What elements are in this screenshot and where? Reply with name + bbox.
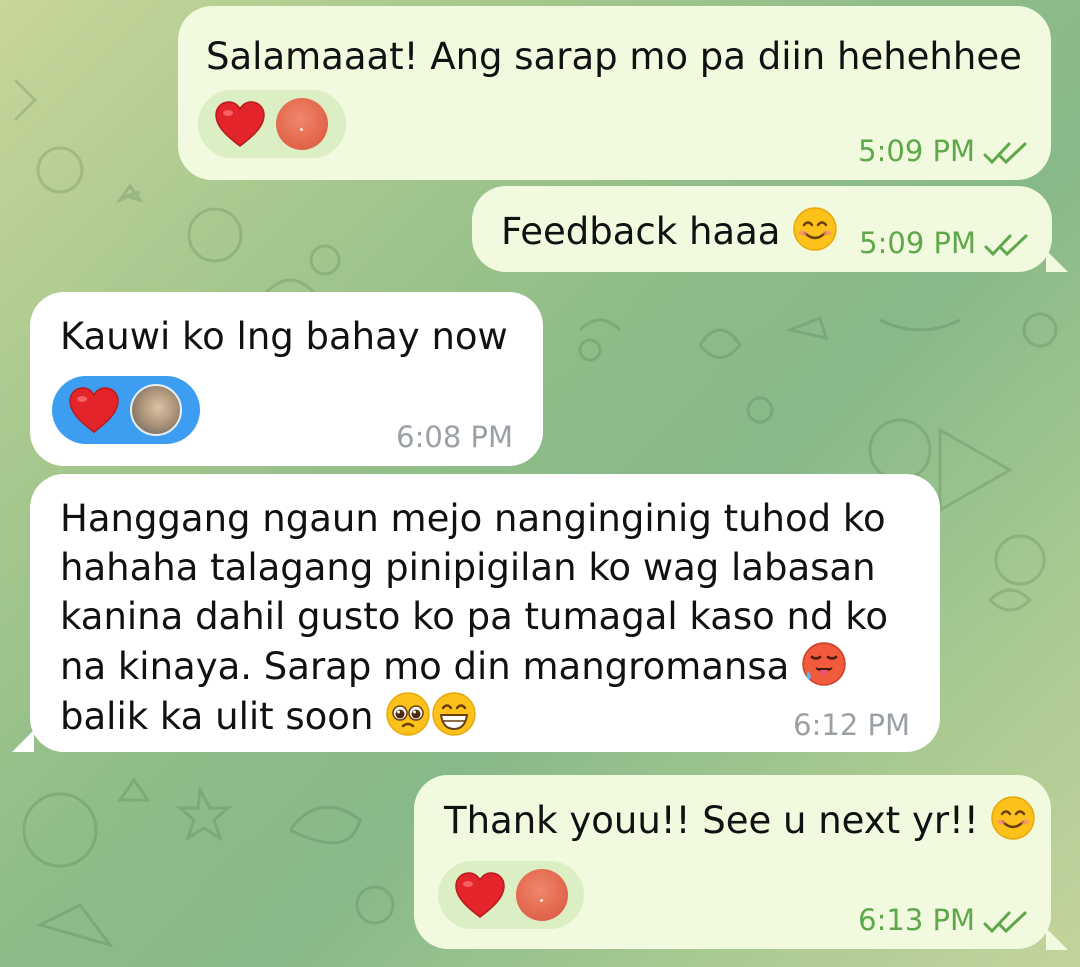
heart-reaction-icon[interactable]	[68, 386, 120, 434]
message-text: Salamaaat! Ang sarap mo pa diin hehehhee	[206, 35, 1022, 78]
message-timestamp: 6:13 PM	[858, 903, 1029, 937]
hot-face-emoji-icon	[802, 642, 846, 686]
reactor-avatar[interactable]	[516, 869, 568, 921]
heart-reaction-icon[interactable]	[214, 100, 266, 148]
bubble-tail	[1046, 250, 1068, 272]
pleading-face-emoji-icon	[386, 692, 430, 736]
smiling-face-emoji-icon	[793, 207, 837, 251]
smiling-face-emoji-icon	[991, 796, 1036, 840]
message-timestamp: 5:09 PM	[858, 134, 1029, 168]
message-text: Kauwi ko lng bahay now	[60, 315, 508, 358]
message-timestamp: 6:12 PM	[793, 708, 910, 742]
double-check-icon	[983, 142, 1027, 165]
message-text: Feedback haaa	[501, 206, 838, 256]
bubble-tail	[12, 730, 34, 752]
incoming-message-bubble[interactable]: Hanggang ngaun mejo nanginginig tuhod ko…	[30, 474, 940, 752]
outgoing-message-bubble[interactable]: Salamaaat! Ang sarap mo pa diin hehehhee…	[178, 6, 1051, 180]
double-check-icon	[984, 234, 1028, 257]
reactions-bar[interactable]	[52, 376, 200, 444]
reactions-bar[interactable]	[198, 90, 346, 158]
grinning-face-emoji-icon	[432, 692, 476, 736]
outgoing-message-bubble[interactable]: Feedback haaa 5:09 PM	[472, 186, 1052, 272]
message-timestamp: 6:08 PM	[396, 420, 513, 454]
reactions-bar[interactable]	[438, 861, 584, 929]
reactor-avatar[interactable]	[276, 98, 328, 150]
message-text: Hanggang ngaun mejo nanginginig tuhod ko…	[60, 497, 888, 738]
incoming-message-bubble[interactable]: Kauwi ko lng bahay now 6:08 PM	[30, 292, 543, 466]
reactor-avatar[interactable]	[130, 384, 182, 436]
double-check-icon	[983, 911, 1027, 934]
outgoing-message-bubble[interactable]: Thank youu!! See u next yr!! 6:13 PM	[414, 775, 1051, 949]
message-text: Thank youu!! See u next yr!!	[444, 795, 1036, 845]
heart-reaction-icon[interactable]	[454, 871, 506, 919]
message-timestamp: 5:09 PM	[859, 226, 1030, 260]
bubble-tail	[1046, 928, 1068, 950]
